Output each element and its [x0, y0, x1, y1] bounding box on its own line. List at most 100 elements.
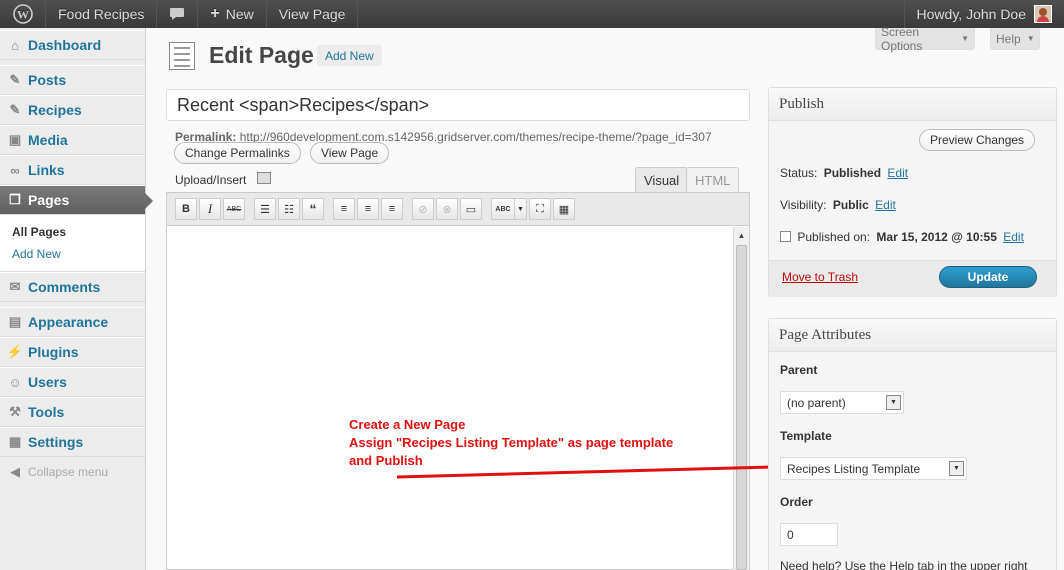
sidebar-item-label: Users [28, 374, 67, 390]
comments-icon[interactable] [157, 0, 199, 28]
sidebar-item-pages[interactable]: ❐ Pages [0, 185, 153, 215]
submenu-all-pages[interactable]: All Pages [12, 221, 145, 243]
sidebar-item-label: Plugins [28, 344, 79, 360]
sidebar-item-label: Media [28, 132, 68, 148]
italic-icon[interactable]: I [199, 198, 221, 220]
sidebar-item-label: Posts [28, 72, 67, 88]
sidebar-item-tools[interactable]: ⚒ Tools [0, 397, 145, 427]
publish-box: Publish Preview Changes Status: Publishe… [768, 87, 1057, 297]
edit-page-icon [169, 42, 195, 70]
update-button[interactable]: Update [939, 266, 1037, 288]
numbered-list-icon[interactable]: ☷ [278, 198, 300, 220]
svg-text:W: W [17, 8, 29, 22]
align-center-icon[interactable]: ≡ [357, 198, 379, 220]
tab-visual[interactable]: Visual [635, 167, 689, 192]
sidebar-item-label: Comments [28, 279, 101, 295]
annotation-arrow [397, 460, 785, 479]
site-name-link[interactable]: Food Recipes [46, 0, 158, 28]
sidebar-item-users[interactable]: ☺ Users [0, 367, 145, 397]
sidebar-item-recipes[interactable]: ✎ Recipes [0, 95, 145, 125]
status-row: Status: Published Edit [780, 166, 911, 180]
edit-visibility-link[interactable]: Edit [875, 198, 896, 212]
sidebar-item-media[interactable]: ▣ Media [0, 125, 145, 155]
post-title-input[interactable]: Recent <span>Recipes</span> [166, 89, 750, 121]
status-value: Published [823, 166, 882, 180]
change-permalinks-button[interactable]: Change Permalinks [174, 142, 301, 164]
upload-insert-label[interactable]: Upload/Insert [175, 173, 246, 187]
visibility-value: Public [832, 198, 869, 212]
screen-options-button[interactable]: Screen Options ▼ [875, 24, 975, 53]
template-select[interactable]: Recipes Listing Template ▼ [780, 457, 967, 480]
submenu-add-new[interactable]: Add New [12, 243, 145, 265]
edit-status-link[interactable]: Edit [887, 166, 908, 180]
appearance-icon: ▤ [8, 314, 22, 329]
parent-select[interactable]: (no parent) ▼ [780, 391, 904, 414]
wordpress-logo-icon[interactable]: W [0, 0, 46, 28]
media-icon: ▣ [8, 132, 22, 147]
sidebar-item-label: Appearance [28, 314, 109, 330]
align-right-icon[interactable]: ≡ [381, 198, 403, 220]
kitchen-sink-icon[interactable]: ▦ [553, 198, 575, 220]
bold-icon[interactable]: B [175, 198, 197, 220]
sidebar-item-plugins[interactable]: ⚡ Plugins [0, 337, 145, 367]
sidebar-item-dashboard[interactable]: ⌂ Dashboard [0, 30, 145, 60]
screen-options-label: Screen Options [881, 24, 923, 53]
chevron-down-icon: ▼ [1026, 34, 1035, 43]
annotation-line: Create a New Page [349, 417, 466, 432]
sidebar-item-posts[interactable]: ✎ Posts [0, 65, 145, 95]
unlink-icon[interactable]: ⊗ [436, 198, 458, 220]
fullscreen-icon[interactable]: ⛶ [529, 198, 551, 220]
pages-submenu: All Pages Add New [0, 215, 145, 272]
permalink-url[interactable]: http://960development.com.s142956.gridse… [240, 130, 712, 144]
visibility-label: Visibility: [780, 198, 827, 212]
settings-icon: ▦ [8, 434, 22, 449]
scroll-up-icon[interactable]: ▲ [734, 227, 749, 243]
plugins-icon: ⚡ [6, 344, 24, 359]
blockquote-icon[interactable]: “ [302, 198, 324, 220]
parent-label: Parent [780, 363, 818, 377]
collapse-label: Collapse menu [28, 465, 109, 479]
visibility-row: Visibility: Public Edit [780, 198, 899, 212]
chevron-down-icon[interactable]: ▼ [515, 198, 527, 220]
view-page-button[interactable]: View Page [310, 142, 390, 164]
new-content-button[interactable]: + New [198, 0, 267, 28]
tab-html[interactable]: HTML [686, 167, 740, 192]
help-label: Help [996, 31, 1021, 46]
view-page-link[interactable]: View Page [267, 0, 359, 28]
plus-icon: + [210, 5, 220, 22]
help-button[interactable]: Help ▼ [990, 28, 1040, 50]
more-tag-icon[interactable]: ▭ [460, 198, 482, 220]
sidebar-item-settings[interactable]: ▦ Settings [0, 427, 145, 457]
dashboard-icon: ⌂ [11, 37, 19, 53]
editor-scrollbar[interactable]: ▲ [733, 227, 749, 570]
order-input[interactable]: 0 [780, 523, 838, 546]
annotation-line: Assign "Recipes Listing Template" as pag… [349, 435, 674, 450]
users-icon: ☺ [8, 374, 22, 390]
content-editor: B I ABC ☰ ☷ “ ≡ ≡ ≡ ⊘ ⊗ ▭ ABC ▼ ⛶ ▦ ▲ [166, 192, 750, 570]
sidebar-item-links[interactable]: ∞ Links [0, 155, 145, 185]
spellcheck-icon[interactable]: ABC [491, 198, 515, 220]
sidebar-item-appearance[interactable]: ▤ Appearance [0, 307, 145, 337]
calendar-icon [780, 231, 791, 242]
order-label: Order [780, 495, 813, 509]
editor-body[interactable] [167, 227, 733, 570]
status-label: Status: [780, 166, 818, 180]
published-on-value: Mar 15, 2012 @ 10:55 [876, 230, 997, 244]
link-icon: ∞ [10, 162, 20, 178]
preview-changes-button[interactable]: Preview Changes [919, 129, 1036, 151]
insert-link-icon[interactable]: ⊘ [412, 198, 434, 220]
add-new-button[interactable]: Add New [317, 45, 382, 66]
sidebar-item-label: Recipes [28, 102, 82, 118]
main-content: Screen Options ▼ Help ▼ Edit Page Add Ne… [147, 24, 1064, 570]
align-left-icon[interactable]: ≡ [333, 198, 355, 220]
bullet-list-icon[interactable]: ☰ [254, 198, 276, 220]
add-media-icon[interactable] [257, 172, 271, 184]
strikethrough-icon[interactable]: ABC [223, 198, 245, 220]
collapse-arrow-icon: ◀ [10, 464, 20, 479]
edit-date-link[interactable]: Edit [1003, 230, 1024, 244]
sidebar-item-comments[interactable]: ✉ Comments [0, 272, 145, 302]
pin-icon: ✎ [9, 72, 21, 87]
collapse-menu-button[interactable]: ◀ Collapse menu [0, 457, 145, 487]
move-to-trash-link[interactable]: Move to Trash [782, 270, 858, 284]
scroll-thumb[interactable] [736, 245, 747, 570]
